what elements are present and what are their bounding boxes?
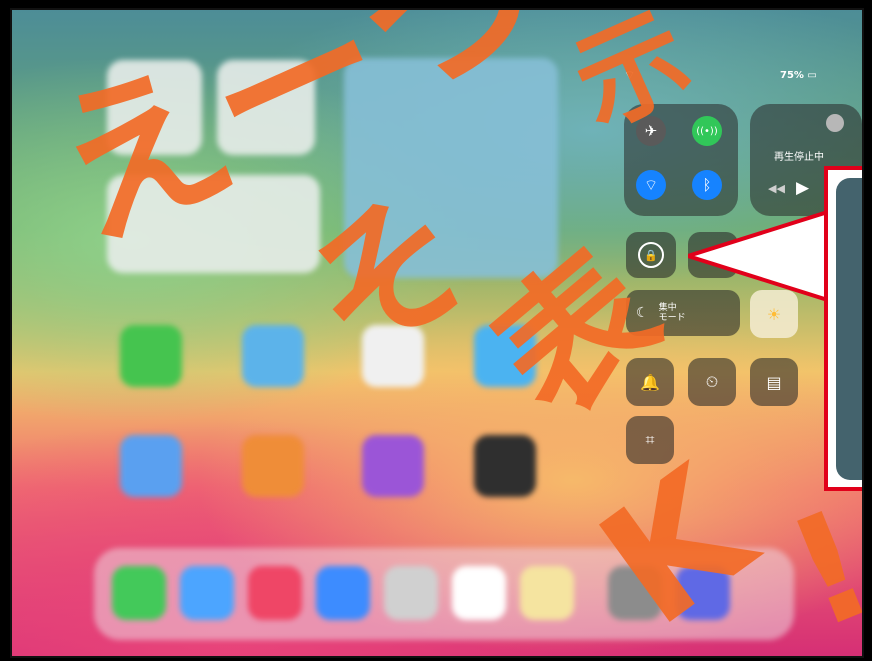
rotation-lock-icon: 🔒	[638, 242, 664, 268]
app-store-icon[interactable]	[120, 435, 182, 497]
bell-icon: 🔔	[640, 372, 660, 392]
alarm-button[interactable]: 🔔	[626, 358, 674, 406]
shortcuts-app-icon[interactable]	[676, 566, 730, 620]
card-icon: ▤	[766, 372, 782, 392]
airplane-icon: ✈	[644, 122, 658, 140]
reminders-app-icon[interactable]	[362, 325, 424, 387]
battery-status: 75% ▭	[780, 70, 817, 81]
notes-app-icon[interactable]	[520, 566, 574, 620]
wifi-status-icon: ⌔	[624, 68, 636, 82]
photos-app-icon[interactable]	[452, 566, 506, 620]
mail-app-icon[interactable]	[316, 566, 370, 620]
cellular-icon: ((•))	[696, 125, 718, 137]
connectivity-group: ✈ ((•)) ⌔ ᛒ	[624, 104, 738, 216]
safari-app-icon[interactable]	[180, 566, 234, 620]
timer-button[interactable]: ⏲	[688, 358, 736, 406]
bluetooth-button[interactable]: ᛒ	[692, 170, 722, 200]
clock-widget[interactable]	[107, 60, 202, 155]
focus-mode-icon: ☾	[636, 305, 649, 321]
battery-icon: ▭	[807, 70, 817, 81]
weather-widget[interactable]	[344, 58, 558, 278]
focus-mode-label: 集中 モード	[658, 303, 686, 323]
orientation-lock-button[interactable]: 🔒	[626, 232, 676, 278]
timer-icon: ⏲	[705, 372, 719, 391]
contacts-app-icon[interactable]	[384, 566, 438, 620]
airplay-icon[interactable]	[826, 114, 844, 132]
cellular-data-button[interactable]: ((•))	[692, 116, 722, 146]
calendar-widget[interactable]	[217, 60, 315, 155]
zoomed-control-highlight	[824, 166, 862, 491]
brightness-icon: ☀	[766, 304, 782, 324]
rewind-button[interactable]: ◀◀	[768, 182, 785, 195]
wifi-button[interactable]: ⌔	[636, 170, 666, 200]
play-button[interactable]: ▶	[796, 178, 809, 198]
wifi-icon: ⌔	[643, 175, 659, 194]
files-app-icon[interactable]	[242, 325, 304, 387]
music-app-icon[interactable]	[248, 566, 302, 620]
bluetooth-icon: ᛒ	[702, 176, 712, 194]
code-scanner-button[interactable]: ⌗	[626, 416, 674, 464]
podcasts-app-icon[interactable]	[362, 435, 424, 497]
messages-app-icon[interactable]	[112, 566, 166, 620]
media-status-label: 再生停止中	[774, 152, 824, 163]
qr-code-icon: ⌗	[645, 430, 655, 449]
facetime-app-icon[interactable]	[120, 325, 182, 387]
zoomed-control-preview	[836, 178, 862, 480]
wallet-button[interactable]: ▤	[750, 358, 798, 406]
apple-tv-app-icon[interactable]	[474, 435, 536, 497]
maps-app-icon[interactable]	[474, 325, 536, 387]
reminders-widget[interactable]	[107, 175, 320, 273]
books-app-icon[interactable]	[242, 435, 304, 497]
battery-percentage: 75%	[780, 70, 804, 81]
airplane-mode-button[interactable]: ✈	[636, 116, 666, 146]
settings-app-icon[interactable]	[608, 566, 662, 620]
callout-arrow	[688, 210, 834, 302]
ipad-screen: ⌔ 75% ▭ ✈ ((•)) ⌔ ᛒ 再生停止中 ◀◀ ▶ 🔒 ☾ 集中 モー…	[10, 8, 864, 658]
